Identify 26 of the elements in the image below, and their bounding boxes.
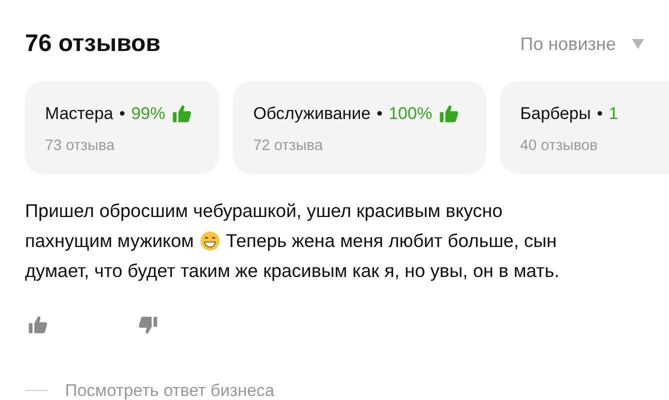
category-name: Мастера xyxy=(45,103,114,125)
review-text: Пришел обросшим чебурашкой, ушел красивым вкусно xyxy=(25,199,503,224)
review-text: пахнущим мужиком xyxy=(25,229,194,254)
category-percent: 99% xyxy=(131,103,166,125)
category-count: 72 отзыва xyxy=(253,136,324,156)
category-name: Обслуживание xyxy=(253,103,371,125)
category-count: 40 отзывов xyxy=(520,136,599,156)
category-card[interactable]: Барберы • 1 40 отзывов xyxy=(500,81,669,174)
category-percent: 1 xyxy=(608,103,618,125)
review-text: думает, что будет таким же красивым как я, но увы, он в мать. xyxy=(25,259,560,284)
bullet: • xyxy=(119,103,126,125)
bullet: • xyxy=(596,103,603,125)
category-card[interactable]: Обслуживание • 100% 72 отзыва xyxy=(233,81,486,174)
reviews-title: 76 отзывов xyxy=(25,29,160,59)
caret-icon xyxy=(632,39,644,49)
review-text: Теперь жена меня любит больше, сын xyxy=(226,229,557,254)
category-percent: 100% xyxy=(388,103,432,125)
dislike-button[interactable] xyxy=(137,314,159,336)
category-count: 73 отзыва xyxy=(45,136,116,156)
thumbs-up-icon xyxy=(171,102,194,125)
bullet: • xyxy=(376,103,383,125)
category-name: Барберы xyxy=(520,103,591,125)
category-card[interactable]: Мастера • 99% 73 отзыва xyxy=(25,81,220,174)
thumbs-up-icon xyxy=(438,102,460,125)
grinning-emoji-icon xyxy=(200,231,220,251)
like-button[interactable] xyxy=(27,314,49,336)
